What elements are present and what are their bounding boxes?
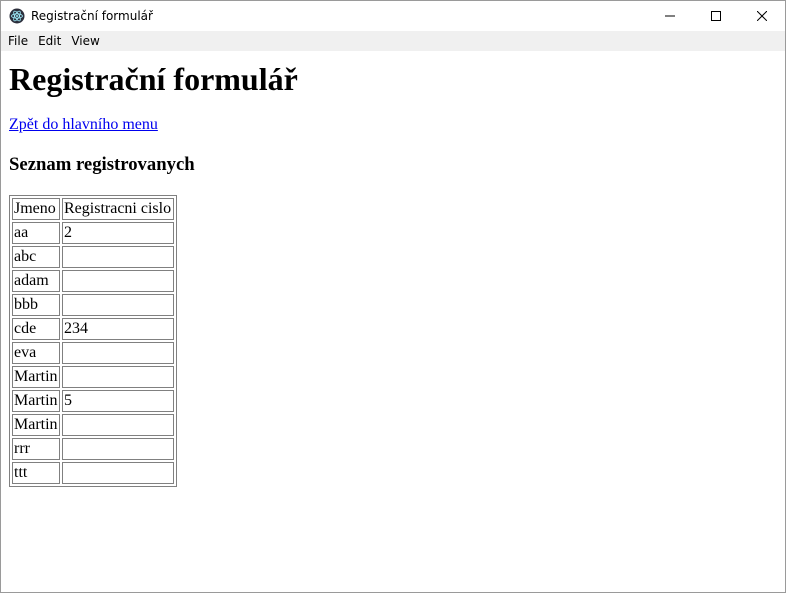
cell-name: adam — [12, 270, 60, 292]
window-controls — [647, 1, 785, 31]
cell-reg-number: 2 — [62, 222, 174, 244]
cell-name: rrr — [12, 438, 60, 460]
table-row: Martin 5 — [12, 390, 174, 412]
table-header-row: Jmeno Registracni cislo — [12, 198, 174, 220]
registered-table: Jmeno Registracni cislo aa 2 abc adam bb… — [9, 195, 177, 487]
cell-name: ttt — [12, 462, 60, 484]
cell-reg-number: 234 — [62, 318, 174, 340]
page-content: Registrační formulář Zpět do hlavního me… — [1, 61, 785, 487]
minimize-button[interactable] — [647, 1, 693, 31]
table-row: adam — [12, 270, 174, 292]
title-bar[interactable]: Registrační formulář — [1, 1, 785, 31]
table-row: abc — [12, 246, 174, 268]
cell-name: cde — [12, 318, 60, 340]
header-name: Jmeno — [12, 198, 60, 220]
cell-name: aa — [12, 222, 60, 244]
window-title: Registrační formulář — [31, 9, 153, 23]
cell-reg-number — [62, 294, 174, 316]
back-to-main-menu-link[interactable]: Zpět do hlavního menu — [9, 116, 777, 134]
cell-reg-number — [62, 246, 174, 268]
electron-app-icon — [9, 8, 25, 24]
cell-reg-number — [62, 462, 174, 484]
close-button[interactable] — [739, 1, 785, 31]
cell-reg-number: 5 — [62, 390, 174, 412]
maximize-icon — [711, 11, 721, 21]
table-row: cde 234 — [12, 318, 174, 340]
app-window: Registrační formulář File Edit View Regi… — [0, 0, 786, 593]
cell-name: Martin — [12, 414, 60, 436]
cell-name: bbb — [12, 294, 60, 316]
cell-name: Martin — [12, 390, 60, 412]
cell-reg-number — [62, 270, 174, 292]
cell-name: Martin — [12, 366, 60, 388]
table-row: eva — [12, 342, 174, 364]
section-heading: Seznam registrovanych — [9, 154, 195, 175]
menu-bar: File Edit View — [1, 31, 785, 51]
table-row: Martin — [12, 366, 174, 388]
menu-file[interactable]: File — [3, 31, 33, 51]
menu-edit[interactable]: Edit — [33, 31, 66, 51]
page-title: Registrační formulář — [9, 61, 298, 97]
minimize-icon — [665, 15, 675, 17]
table-row: Martin — [12, 414, 174, 436]
header-reg-number: Registracni cislo — [62, 198, 174, 220]
cell-reg-number — [62, 438, 174, 460]
menu-view[interactable]: View — [66, 31, 104, 51]
cell-reg-number — [62, 366, 174, 388]
table-row: rrr — [12, 438, 174, 460]
table-row: aa 2 — [12, 222, 174, 244]
table-row: ttt — [12, 462, 174, 484]
maximize-button[interactable] — [693, 1, 739, 31]
cell-reg-number — [62, 342, 174, 364]
close-icon — [757, 11, 767, 21]
cell-reg-number — [62, 414, 174, 436]
cell-name: abc — [12, 246, 60, 268]
cell-name: eva — [12, 342, 60, 364]
table-row: bbb — [12, 294, 174, 316]
